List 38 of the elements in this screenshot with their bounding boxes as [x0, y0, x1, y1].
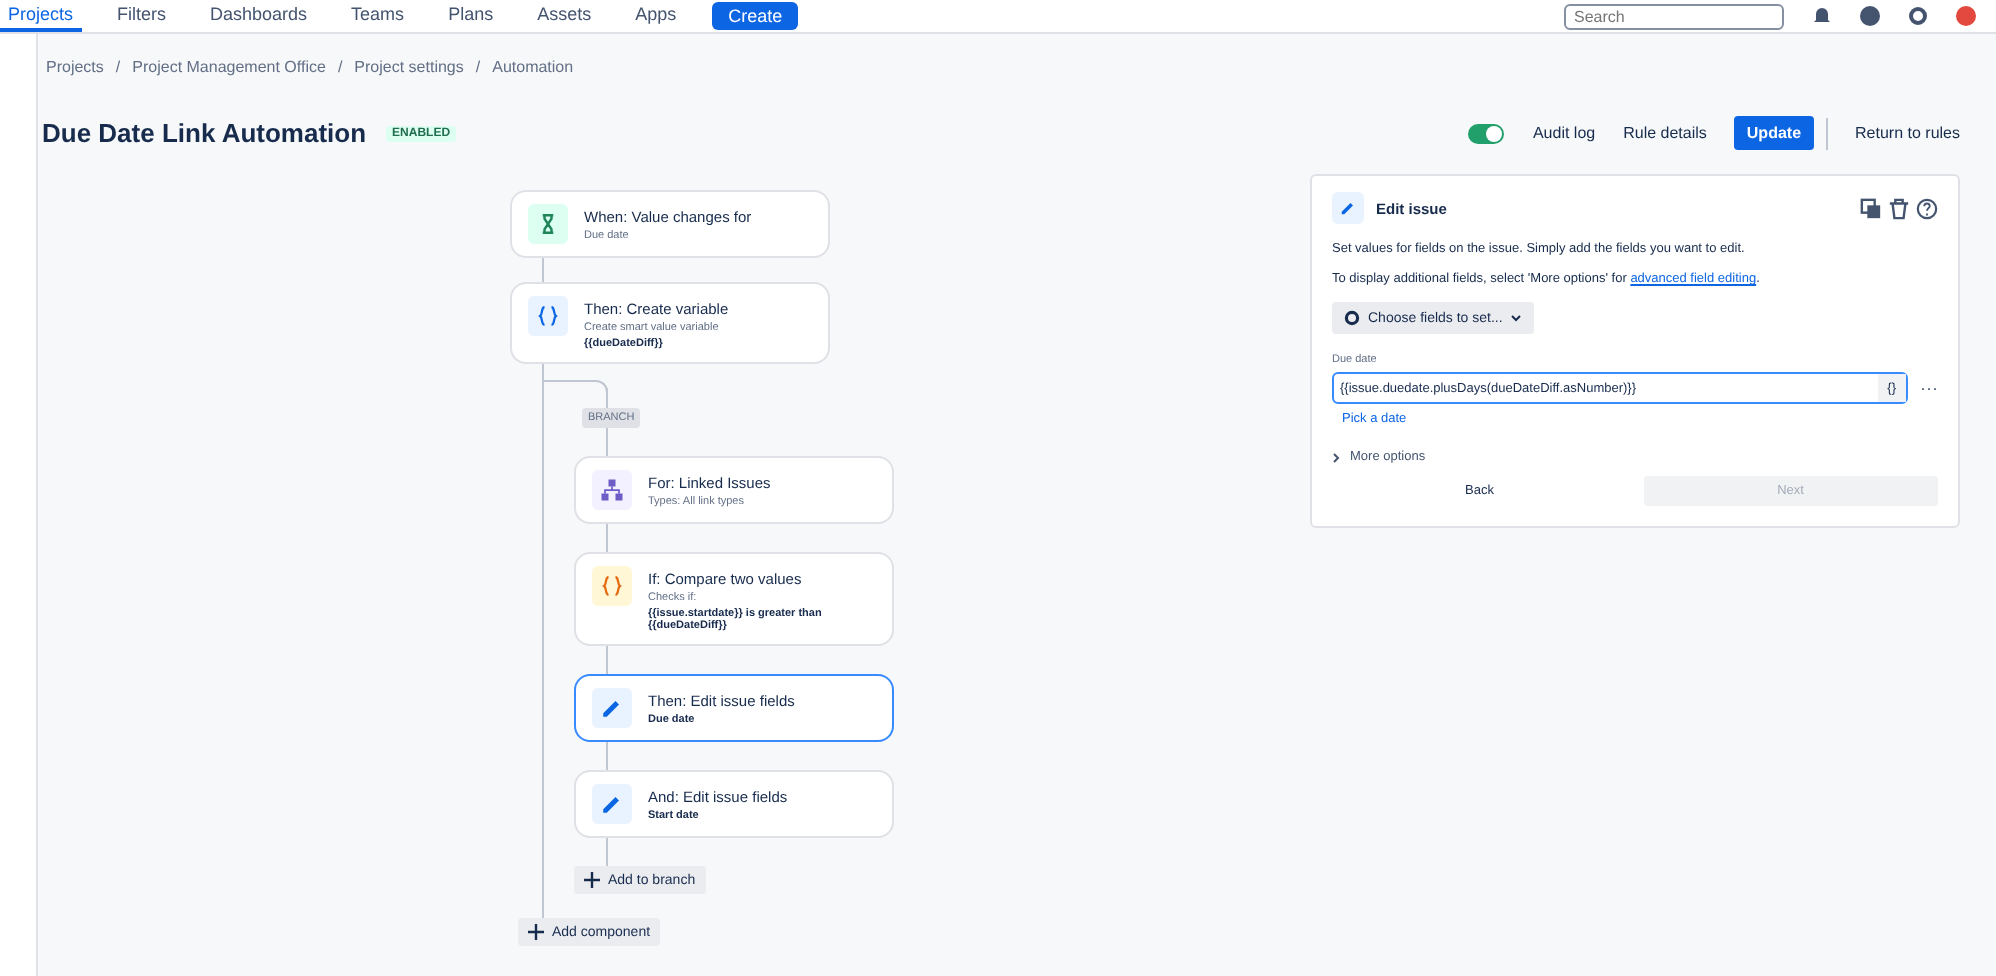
nav-menu-item[interactable]: Teams — [343, 0, 413, 32]
nav-menu-item[interactable]: Dashboards — [202, 0, 316, 32]
braces-icon — [592, 566, 632, 606]
breadcrumb-link[interactable]: Project settings — [354, 58, 464, 76]
rule-details-button[interactable]: Rule details — [1623, 124, 1707, 142]
create-button[interactable]: Create — [712, 2, 799, 30]
pencil-icon — [1332, 192, 1364, 224]
trash-icon[interactable] — [1888, 197, 1910, 219]
rule-toggle[interactable] — [1468, 123, 1505, 143]
breadcrumb-separator: / — [337, 58, 343, 76]
settings-icon[interactable] — [1908, 6, 1928, 26]
nav-menu-item[interactable]: Assets — [529, 0, 600, 32]
hierarchy-icon — [592, 470, 632, 510]
plus-icon — [528, 924, 544, 940]
nav-menu-item[interactable]: Plans — [440, 0, 502, 32]
breadcrumb-link[interactable]: Automation — [492, 58, 574, 76]
copy-icon[interactable] — [1860, 197, 1882, 219]
return-to-rules-button[interactable]: Return to rules — [1855, 124, 1960, 142]
nav-menu-item[interactable]: Apps — [627, 0, 685, 32]
more-button[interactable]: ··· — [1920, 378, 1938, 398]
braces-icon — [528, 296, 568, 336]
update-button[interactable]: Update — [1734, 116, 1814, 150]
audit-log-button[interactable]: Audit log — [1532, 124, 1596, 142]
rule-title: Due Date Link Automation — [42, 118, 367, 148]
breadcrumb-separator: / — [115, 58, 121, 76]
pencil-icon — [592, 784, 632, 824]
chevron-down-icon — [1510, 312, 1523, 324]
search-field[interactable]: Search — [1564, 3, 1784, 29]
hourglass-icon — [528, 204, 568, 244]
chevron-right-icon — [1332, 451, 1342, 463]
pencil-icon — [592, 688, 632, 728]
breadcrumb-separator: / — [475, 58, 481, 76]
plus-icon — [584, 872, 600, 888]
avatar-icon[interactable] — [1956, 6, 1976, 26]
nav-menu-item[interactable]: Filters — [109, 0, 175, 32]
breadcrumb-link[interactable]: Project Management Office — [132, 58, 326, 76]
breadcrumb-link[interactable]: Projects — [46, 58, 104, 76]
bell-icon[interactable] — [1812, 6, 1832, 26]
